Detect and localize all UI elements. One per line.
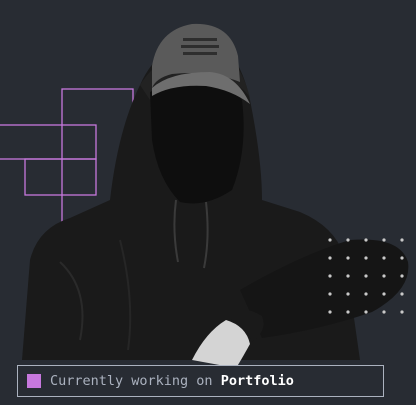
grid-dot [382, 256, 386, 260]
grid-dot [364, 238, 368, 242]
status-project-name[interactable]: Portfolio [221, 373, 294, 389]
grid-dot [328, 274, 332, 278]
grid-dot [382, 310, 386, 314]
grid-dot [400, 238, 404, 242]
grid-dot [400, 256, 404, 260]
grid-dot [382, 274, 386, 278]
grid-dot [328, 310, 332, 314]
hero-stage: Currently working on Portfolio [0, 0, 416, 405]
hoodie-person [22, 23, 409, 368]
grid-dot [400, 310, 404, 314]
grid-dot [346, 292, 350, 296]
grid-dot [364, 292, 368, 296]
grid-dot [382, 238, 386, 242]
current-project-status: Currently working on Portfolio [17, 365, 384, 397]
grid-dot [382, 292, 386, 296]
grid-dot [328, 238, 332, 242]
grid-dot [328, 256, 332, 260]
grid-dot [346, 310, 350, 314]
status-square-icon [27, 374, 41, 388]
grid-dot [328, 292, 332, 296]
grid-dot [364, 256, 368, 260]
grid-dot [346, 238, 350, 242]
grid-dot [364, 310, 368, 314]
hero-image [0, 23, 409, 368]
grid-dot [346, 256, 350, 260]
grid-dot [400, 274, 404, 278]
status-prefix-text: Currently working on [50, 373, 221, 389]
grid-dot [364, 274, 368, 278]
grid-dot [346, 274, 350, 278]
grid-dot [400, 292, 404, 296]
